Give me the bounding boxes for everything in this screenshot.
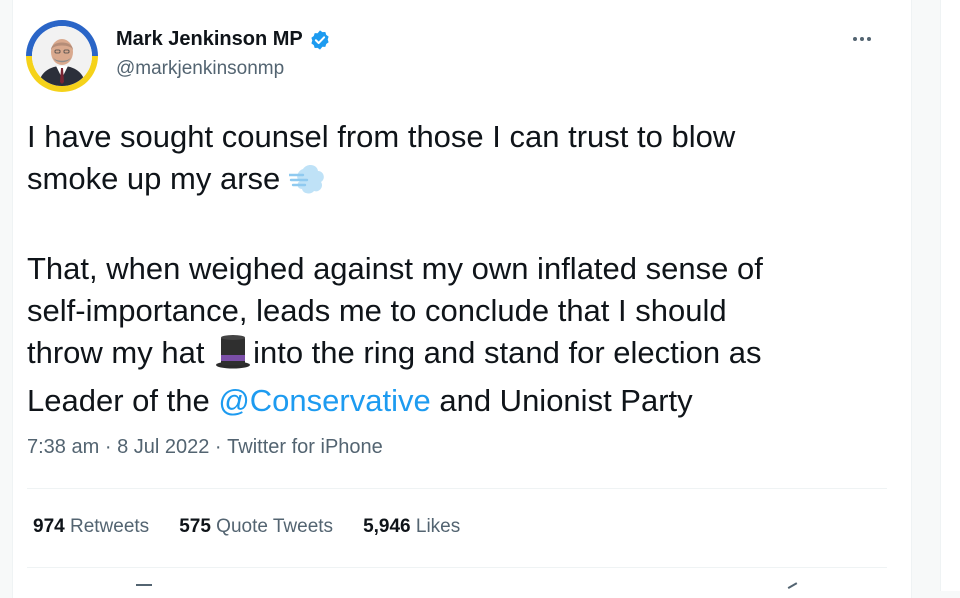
author-handle[interactable]: @markjenkinsonmp <box>116 58 284 80</box>
more-dot <box>867 37 871 41</box>
meta-separator: · <box>214 436 222 458</box>
quote-tweets-label: Quote Tweets <box>216 516 334 537</box>
tweet-text-segment: self-importance, leads me to conclude th… <box>27 293 727 328</box>
likes-count: 5,946 <box>363 516 411 537</box>
dashing-away-emoji-icon <box>287 163 325 206</box>
tweet-line: smoke up my arse <box>27 158 887 206</box>
more-options-icon[interactable] <box>848 28 876 50</box>
avatar-portrait-icon <box>32 26 92 86</box>
tweet-text-segment: into the ring and stand for election as <box>253 335 762 370</box>
more-dot <box>860 37 864 41</box>
verified-badge-icon <box>311 29 329 50</box>
tweet-text-segment: Leader of the <box>27 383 210 418</box>
tweet-line: self-importance, leads me to conclude th… <box>27 290 887 332</box>
tweet-source-link[interactable]: Twitter for iPhone <box>227 436 383 459</box>
avatar[interactable] <box>32 26 92 86</box>
author-display-name[interactable]: Mark Jenkinson MP <box>116 28 303 51</box>
meta-separator: · <box>104 436 112 458</box>
quote-tweets-stat[interactable]: 575 Quote Tweets <box>179 516 333 538</box>
tweet-time-link[interactable]: 7:38 am <box>27 436 99 459</box>
reply-icon[interactable] <box>136 584 152 596</box>
tweet-text-segment: That, when weighed against my own inflat… <box>27 251 763 286</box>
retweets-label: Retweets <box>69 516 150 537</box>
tweet-line: I have sought counsel from those I can t… <box>27 116 887 158</box>
tweet-text: I have sought counsel from those I can t… <box>27 116 887 422</box>
author-name-row[interactable]: Mark Jenkinson MP <box>116 28 331 51</box>
tweet-text-segment: smoke up my arse <box>27 161 281 196</box>
tweet-metadata: 7:38 am · 8 Jul 2022 · Twitter for iPhon… <box>27 436 383 459</box>
mention-link[interactable]: @Conservative <box>218 383 430 418</box>
retweets-stat[interactable]: 974 Retweets <box>33 516 149 538</box>
divider <box>27 567 887 568</box>
tweet-line: Leader of the @Conservative and Unionist… <box>27 380 887 422</box>
retweets-count: 974 <box>33 516 65 537</box>
tweet-line: throw my hat into the ring and stand for… <box>27 332 887 380</box>
tweet-text-segment: I have sought counsel from those I can t… <box>27 119 736 154</box>
tweet-line: That, when weighed against my own inflat… <box>27 248 887 290</box>
engagement-stats: 974 Retweets 575 Quote Tweets 5,946 Like… <box>33 516 460 538</box>
tweet-text-segment: throw my hat <box>27 335 205 370</box>
likes-label: Likes <box>415 516 461 537</box>
likes-stat[interactable]: 5,946 Likes <box>363 516 460 538</box>
more-dot <box>853 37 857 41</box>
tweet-text-segment: and Unionist Party <box>439 383 693 418</box>
top-hat-emoji-icon <box>213 335 253 380</box>
quote-tweets-count: 575 <box>179 516 211 537</box>
divider <box>27 488 887 489</box>
tweet-date-link[interactable]: 8 Jul 2022 <box>117 436 209 459</box>
adjacent-panel-edge <box>940 0 960 591</box>
